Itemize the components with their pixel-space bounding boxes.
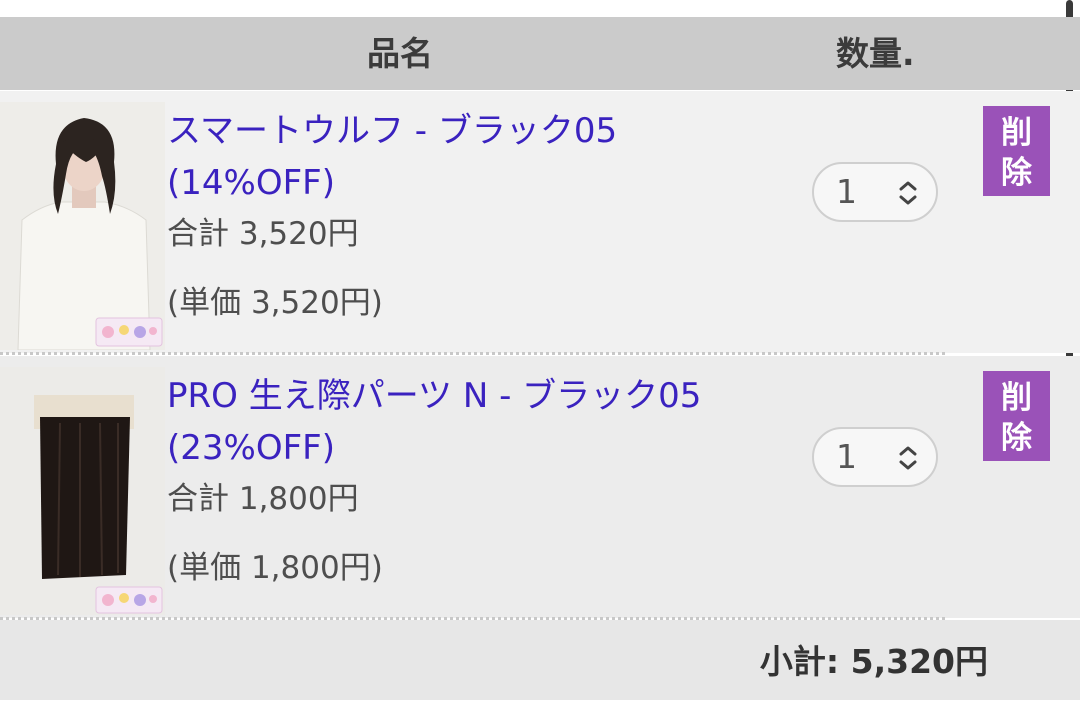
item-unit-price: (単価 3,520円) <box>167 285 383 321</box>
row-divider <box>0 352 945 355</box>
cart-header: 品名 数量. <box>0 17 1080 90</box>
delete-label: 除 <box>1001 420 1032 455</box>
chevron-up-down-icon <box>899 181 917 205</box>
product-title-link[interactable]: PRO 生え際パーツ N - ブラック05 (23%OFF) <box>167 370 807 474</box>
cart-item: PRO 生え際パーツ N - ブラック05 (23%OFF) 合計 1,800円… <box>0 356 1080 618</box>
discount-label[interactable]: (14%OFF) <box>167 157 807 209</box>
delete-label: 除 <box>1001 155 1032 190</box>
chevron-up-down-icon <box>899 446 917 470</box>
quantity-select[interactable]: 1 <box>812 427 938 487</box>
product-title-link[interactable]: スマートウルフ - ブラック05 (14%OFF) <box>167 105 807 209</box>
item-total: 合計 3,520円 <box>167 216 359 252</box>
delete-button[interactable]: 削 除 <box>983 371 1050 461</box>
delete-label: 削 <box>1001 380 1032 415</box>
delete-button[interactable]: 削 除 <box>983 106 1050 196</box>
quantity-value: 1 <box>836 437 857 476</box>
item-unit-price: (単価 1,800円) <box>167 550 383 586</box>
item-total: 合計 1,800円 <box>167 481 359 517</box>
product-thumbnail[interactable] <box>0 102 165 350</box>
discount-label[interactable]: (23%OFF) <box>167 422 807 474</box>
delete-label: 削 <box>1001 115 1032 150</box>
column-quantity-header: 数量. <box>836 34 915 73</box>
subtotal: 小計: 5,320円 <box>759 642 988 681</box>
column-name-header: 品名 <box>367 34 433 73</box>
product-name[interactable]: PRO 生え際パーツ N - ブラック05 <box>167 370 807 422</box>
cart-item: スマートウルフ - ブラック05 (14%OFF) 合計 3,520円 (単価 … <box>0 91 1080 353</box>
quantity-select[interactable]: 1 <box>812 162 938 222</box>
quantity-value: 1 <box>836 172 857 211</box>
cart-footer: 小計: 5,320円 <box>0 620 1080 700</box>
product-thumbnail[interactable] <box>0 367 165 615</box>
product-name[interactable]: スマートウルフ - ブラック05 <box>167 105 807 157</box>
